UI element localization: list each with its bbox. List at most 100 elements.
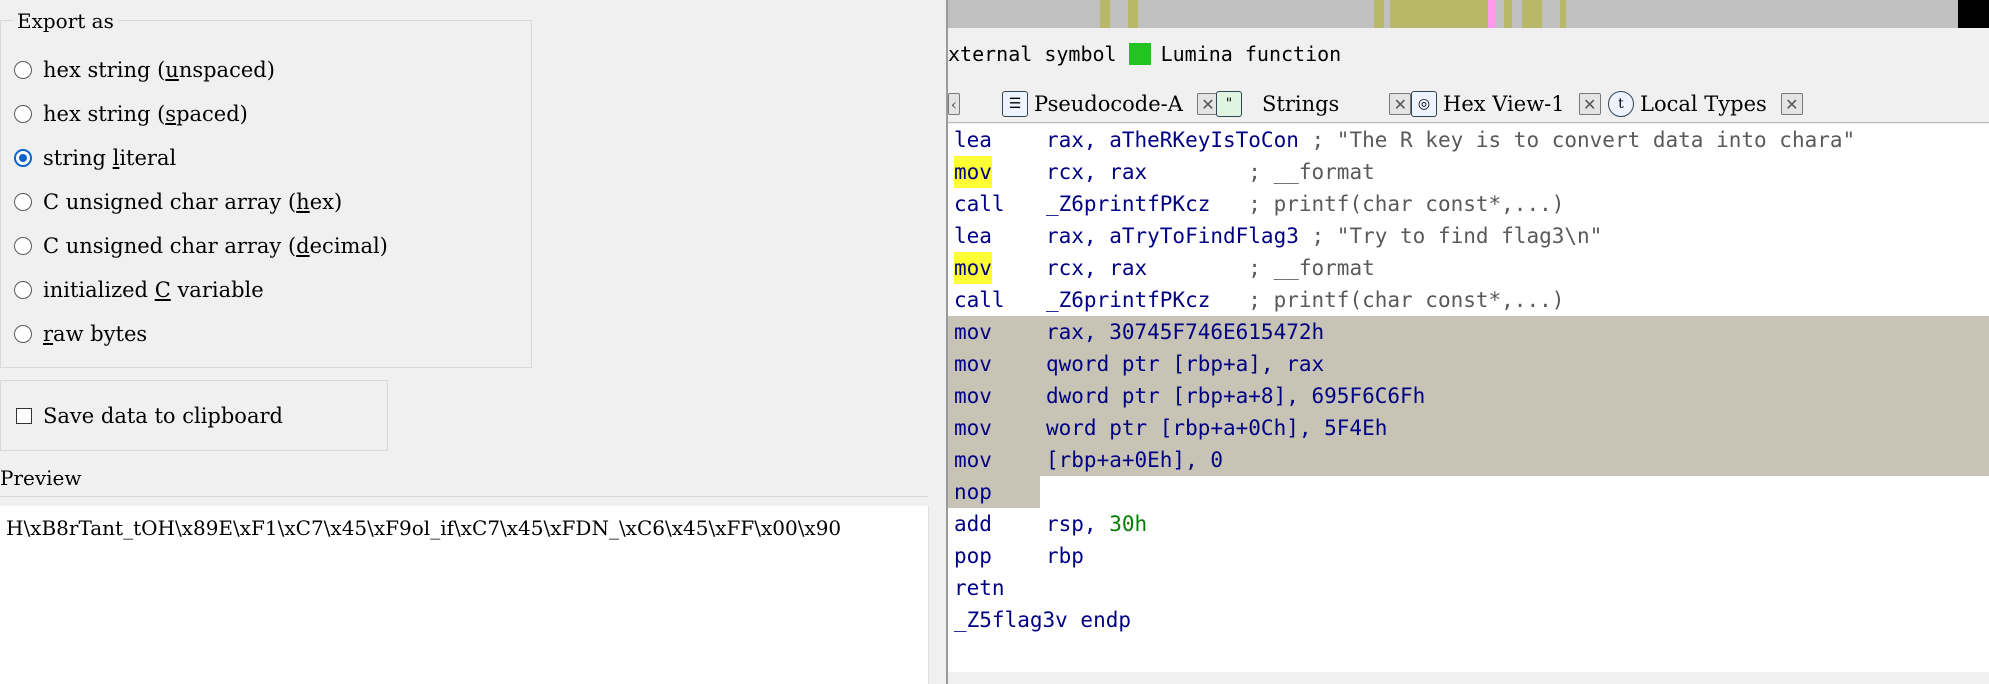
code-line[interactable]: lea rax, aTryToFindFlag3 ; "Try to find f… xyxy=(948,220,1989,252)
export-option-1[interactable]: hex string (spaced) xyxy=(14,98,248,130)
tab-label: Local Types xyxy=(1640,92,1767,116)
code-line[interactable]: call _Z6printfPKcz ; printf(char const*,.… xyxy=(948,284,1989,316)
mnemonic: mov xyxy=(954,384,992,408)
close-icon[interactable]: ✕ xyxy=(1389,93,1412,115)
pseudocode-icon: ☰ xyxy=(1002,91,1028,117)
operands: rsp, 30h xyxy=(1046,508,1147,540)
code-line[interactable]: call _Z6printfPKcz ; printf(char const*,.… xyxy=(948,188,1989,220)
code-comment: ; __format xyxy=(1147,256,1375,280)
operands: _Z6printfPKcz ; printf(char const*,...) xyxy=(1046,284,1564,316)
save-to-clipboard-checkbox[interactable]: Save data to clipboard xyxy=(16,400,283,432)
code-comment: ; "Try to find flag3\n" xyxy=(1298,224,1603,248)
preview-text: H\xB8rTant_tOH\x89E\xF1\xC7\x45\xF9ol_if… xyxy=(6,516,842,540)
operand-number: 30h xyxy=(1109,512,1148,536)
code-comment: ; __format xyxy=(1147,160,1375,184)
endp-line[interactable]: _Z5flag3v endp xyxy=(948,604,1989,636)
operands: word ptr [rbp+a+0Ch], 5F4Eh xyxy=(1046,412,1387,444)
radio-button[interactable] xyxy=(14,149,32,167)
operand-text: dword ptr [rbp+a+8], 695F6C6Fh xyxy=(1046,384,1426,408)
label-part: variable xyxy=(170,278,264,302)
tab-hex-view-1[interactable]: ◎ Hex View-1 ✕ xyxy=(1411,86,1601,122)
operands: rax, 30745F746E615472h xyxy=(1046,316,1324,348)
export-option-0[interactable]: hex string (unspaced) xyxy=(14,54,275,86)
operands: dword ptr [rbp+a+8], 695F6C6Fh xyxy=(1046,380,1425,412)
mnemonic: mov xyxy=(954,252,992,284)
operands: rbp xyxy=(1046,540,1084,572)
export-as-title: Export as xyxy=(13,9,118,33)
mnemonic: mov xyxy=(954,352,992,376)
radio-button[interactable] xyxy=(14,237,32,255)
export-option-label: string literal xyxy=(43,146,176,170)
clipboard-checkbox-box[interactable] xyxy=(16,408,32,424)
legend-lumina-text: Lumina function xyxy=(1160,42,1342,66)
label-mnemonic: d xyxy=(296,234,310,258)
operands: rax, aTheRKeyIsToCon ; "The R key is to … xyxy=(1046,124,1855,156)
endp-text: _Z5flag3v endp xyxy=(954,608,1132,632)
export-option-5[interactable]: initialized C variable xyxy=(14,274,264,306)
export-option-label: C unsigned char array (decimal) xyxy=(43,234,388,258)
tab-label: Hex View-1 xyxy=(1443,92,1565,116)
radio-button[interactable] xyxy=(14,105,32,123)
mnemonic: add xyxy=(954,512,992,536)
tab-scroll-left[interactable]: ‹ xyxy=(948,86,960,122)
operands: [rbp+a+0Eh], 0 xyxy=(1046,444,1223,476)
hex-view-icon: ◎ xyxy=(1411,91,1437,117)
mnemonic: mov xyxy=(954,448,992,472)
code-line[interactable]: add rsp, 30h xyxy=(948,508,1989,540)
code-line[interactable]: mov [rbp+a+0Eh], 0 xyxy=(948,444,1989,476)
export-option-3[interactable]: C unsigned char array (hex) xyxy=(14,186,342,218)
ida-disassembly-panel: xternal symbol Lumina function ‹ ☰ Pseud… xyxy=(946,0,1989,684)
mnemonic: lea xyxy=(954,224,992,248)
label-part: hex string ( xyxy=(43,102,166,126)
code-line[interactable]: mov qword ptr [rbp+a], rax xyxy=(948,348,1989,380)
code-line[interactable]: mov word ptr [rbp+a+0Ch], 5F4Eh xyxy=(948,412,1989,444)
label-part: nspaced) xyxy=(178,58,275,82)
nav-segment xyxy=(1390,0,1488,28)
code-line[interactable]: mov rcx, rax ; __format xyxy=(948,252,1989,284)
label-part: C unsigned char array ( xyxy=(43,234,297,258)
operand-text: _Z6printfPKcz xyxy=(1046,288,1211,312)
operand-text: rcx, rax xyxy=(1046,160,1148,184)
export-option-label: initialized C variable xyxy=(43,278,264,302)
tab-pseudocode-a[interactable]: ☰ Pseudocode-A ✕ xyxy=(1002,86,1219,122)
label-mnemonic: u xyxy=(165,58,179,82)
preview-area[interactable]: H\xB8rTant_tOH\x89E\xF1\xC7\x45\xF9ol_if… xyxy=(0,506,929,684)
radio-button[interactable] xyxy=(14,193,32,211)
code-line[interactable]: nop xyxy=(948,476,1989,508)
code-line[interactable]: lea rax, aTheRKeyIsToCon ; "The R key is … xyxy=(948,124,1989,156)
radio-button[interactable] xyxy=(14,61,32,79)
mnemonic: nop xyxy=(954,480,992,504)
code-line[interactable]: mov rcx, rax ; __format xyxy=(948,156,1989,188)
mnemonic: lea xyxy=(954,128,992,152)
label-mnemonic: h xyxy=(296,190,310,214)
label-mnemonic: r xyxy=(43,322,54,346)
chevron-left-icon[interactable]: ‹ xyxy=(948,93,960,115)
label-part: iteral xyxy=(119,146,177,170)
disassembly-listing[interactable]: lea rax, aTheRKeyIsToCon ; "The R key is … xyxy=(948,124,1989,672)
radio-button[interactable] xyxy=(14,325,32,343)
nav-segment xyxy=(1100,0,1110,28)
export-option-4[interactable]: C unsigned char array (decimal) xyxy=(14,230,388,262)
nav-current-position xyxy=(1958,0,1989,28)
mnemonic: call xyxy=(954,192,1005,216)
clipboard-label: Save data to clipboard xyxy=(43,404,283,428)
code-line[interactable]: retn xyxy=(948,572,1989,604)
code-line[interactable]: mov dword ptr [rbp+a+8], 695F6C6Fh xyxy=(948,380,1989,412)
close-icon[interactable]: ✕ xyxy=(1780,93,1803,115)
nav-segment xyxy=(1504,0,1512,28)
code-comment: ; printf(char const*,...) xyxy=(1210,192,1565,216)
tab-strings[interactable]: " Strings ✕ xyxy=(1216,86,1412,122)
export-option-label: hex string (unspaced) xyxy=(43,58,275,82)
mnemonic: mov xyxy=(954,416,992,440)
export-option-2[interactable]: string literal xyxy=(14,142,176,174)
radio-button[interactable] xyxy=(14,281,32,299)
operands: qword ptr [rbp+a], rax xyxy=(1046,348,1324,380)
navigation-band[interactable] xyxy=(948,0,1989,28)
export-option-6[interactable]: raw bytes xyxy=(14,318,147,350)
code-line[interactable]: mov rax, 30745F746E615472h xyxy=(948,316,1989,348)
tab-local-types[interactable]: t Local Types ✕ xyxy=(1608,86,1803,122)
close-icon[interactable]: ✕ xyxy=(1578,93,1601,115)
lumina-color-swatch xyxy=(1128,43,1151,65)
preview-divider xyxy=(0,496,928,497)
code-line[interactable]: pop rbp xyxy=(948,540,1989,572)
